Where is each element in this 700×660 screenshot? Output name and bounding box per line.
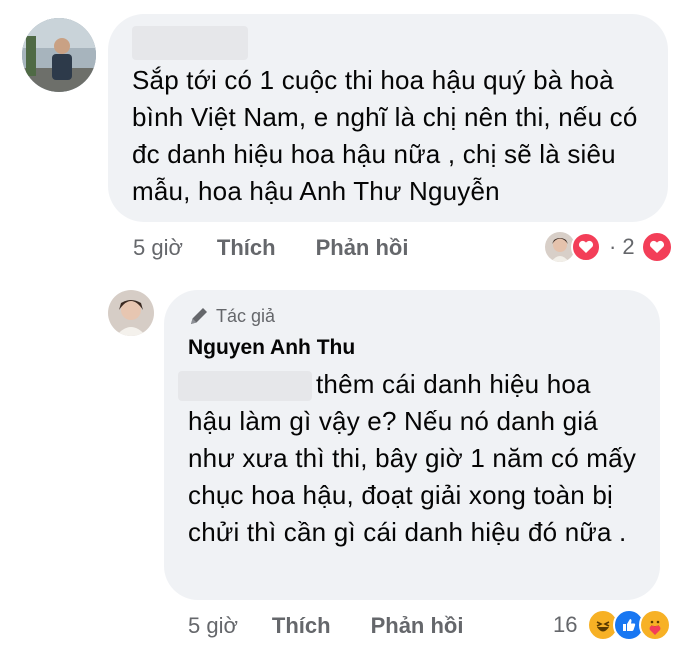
like-link[interactable]: Thích [217,235,276,261]
reply-reply-link[interactable]: Phản hồi [371,613,464,639]
love-reaction-icon [571,232,601,262]
comment-reactions[interactable]: · 2 [543,230,673,264]
reply-meta-row: 5 giờ Thích Phản hồi [188,612,463,640]
author-badge-label: Tác giả [216,305,276,326]
reaction-separator: · [609,234,617,259]
reply-link[interactable]: Phản hồi [316,235,409,261]
love-reaction-icon [640,231,673,263]
commenter-name-redacted[interactable] [132,26,248,60]
comment-meta-row: 5 giờ Thích Phản hồi [133,234,408,262]
care-reaction-icon [639,609,672,641]
comment-text: Sắp tới có 1 cuộc thi hoa hậu quý bà hoà… [132,65,638,206]
reply-time[interactable]: 5 giờ [188,613,238,639]
reply-text: thêm cái danh hiệu hoa hậu làm gì vậy e?… [188,369,637,547]
author-badge: Tác giả [188,305,275,327]
commenter-avatar[interactable] [22,18,96,92]
author-avatar[interactable] [108,290,154,336]
reply-reaction-count: 16 [553,612,578,637]
author-name[interactable]: Nguyen Anh Thu [188,336,355,360]
reply-reactions[interactable]: 16 [553,608,672,642]
reaction-count: 2 [622,234,635,259]
reply-like-link[interactable]: Thích [272,613,331,639]
pencil-icon [188,305,210,327]
comment-time[interactable]: 5 giờ [133,235,183,261]
